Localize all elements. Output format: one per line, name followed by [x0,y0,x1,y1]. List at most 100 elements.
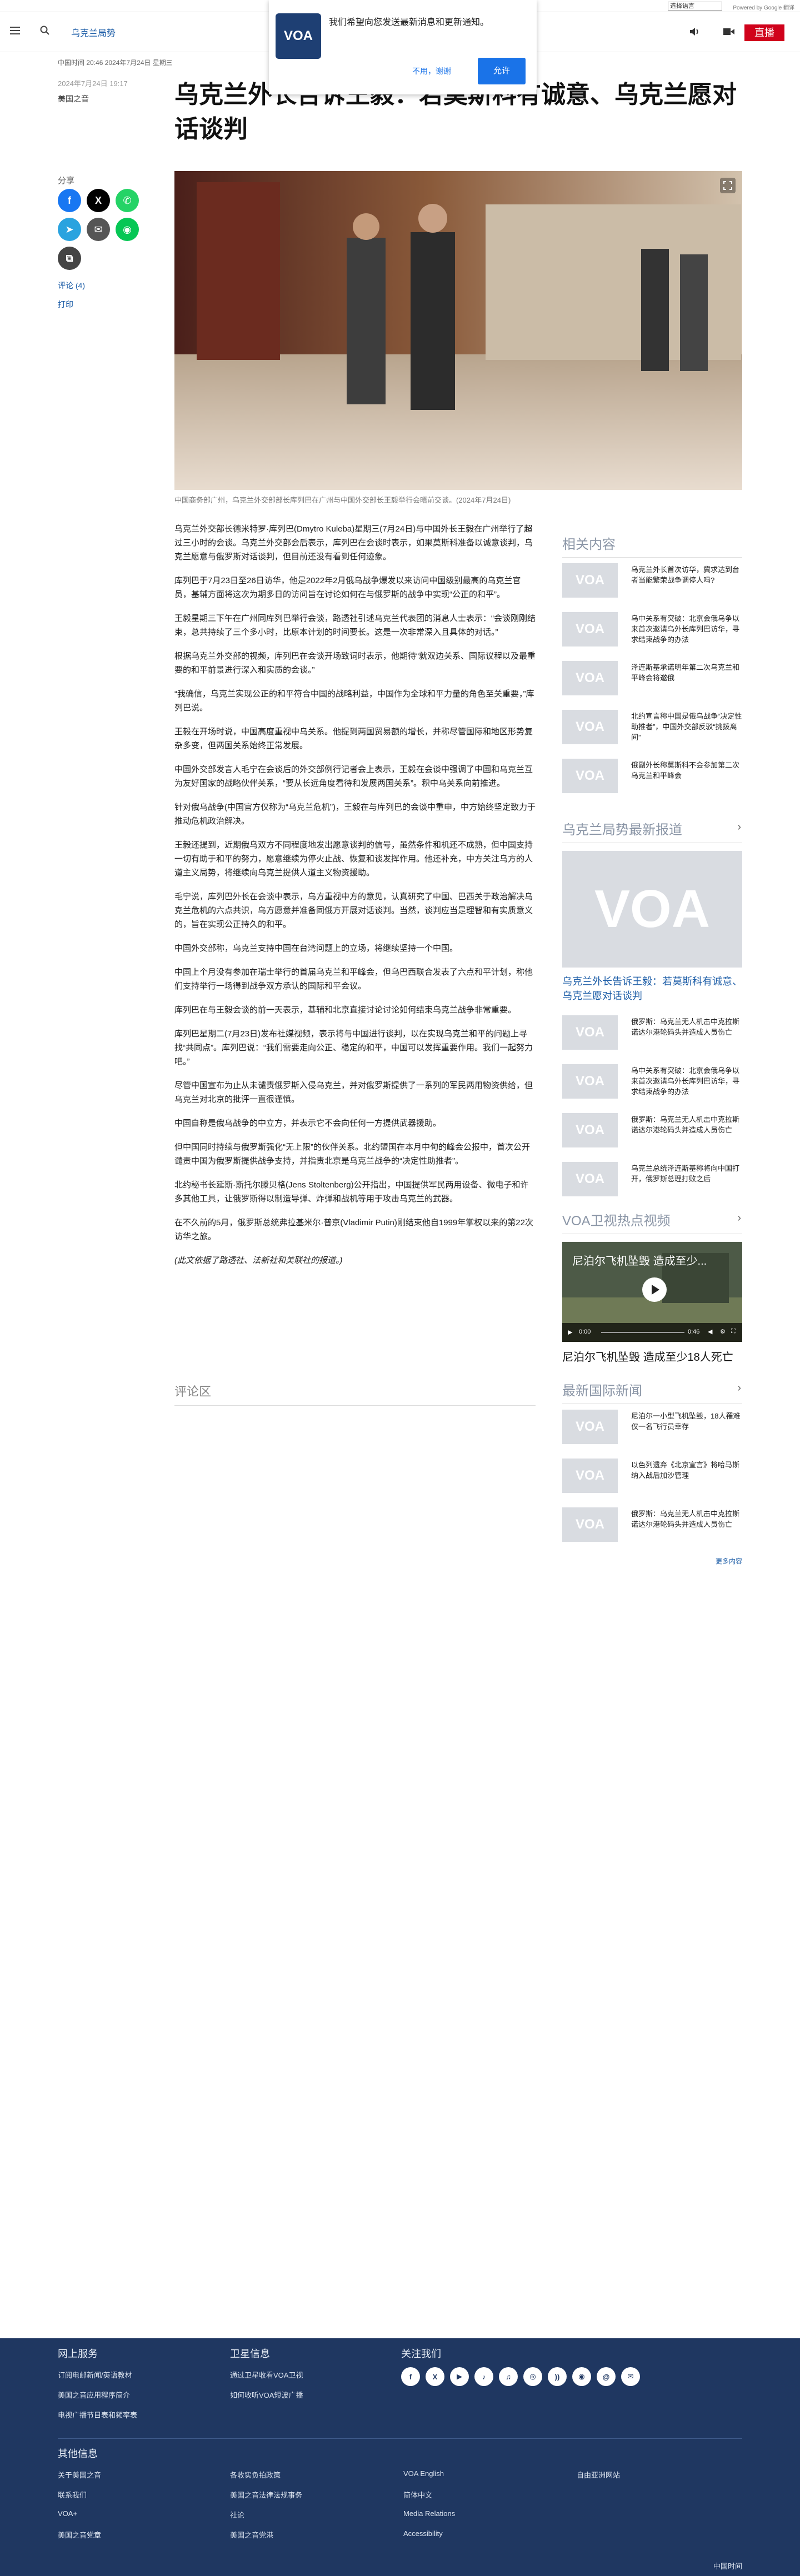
latest-item[interactable]: VOA 乌克兰总统泽连斯基称将向中国打开，俄罗斯总理打败之后 [562,1156,742,1205]
latest-item[interactable]: VOA 乌中关系有突破：北京会俄乌争以来首次邀请乌外长库列巴访华，寻求结束战争的办… [562,1059,742,1107]
play-small-icon[interactable]: ▶ [568,1329,572,1336]
intl-item-title[interactable]: 尼泊尔一小型飞机坠毁，18人罹难仅一名飞行员幸存 [631,1411,742,1432]
footer-link[interactable]: 电视广播节目表和频率表 [58,2409,137,2420]
footer-link[interactable]: 如何收听VOA短波广播 [230,2389,303,2400]
print-link[interactable]: 打印 [58,299,73,310]
podcast-icon[interactable]: )) [548,2367,567,2386]
article-paragraph: 中国外交部发言人毛宁在会谈后的外交部例行记者会上表示，王毅在会谈中强调了中国和乌… [174,765,533,788]
footer-link[interactable]: VOA English [403,2469,444,2478]
footer-link[interactable]: 简体中文 [403,2489,432,2500]
thumbnail: VOA [562,1064,618,1099]
music-icon[interactable]: ♫ [499,2367,518,2386]
video-player[interactable]: 尼泊尔飞机坠毁 造成至少... ▶ 0:00 0:46 ◀ ⚙ ⛶ [562,1242,742,1342]
intl-title[interactable]: 最新国际新闻 › [562,1380,742,1404]
footer-link[interactable]: 美国之音党章 [58,2529,101,2540]
byline: 美国之音 [58,94,89,103]
intl-item-title[interactable]: 俄罗斯：乌克兰无人机击中克拉斯诺达尔港轮码头并造成人员伤亡 [631,1508,742,1530]
email-icon[interactable]: ✉ [87,218,110,241]
related-item[interactable]: VOA 泽连斯基承诺明年第二次乌克兰和平峰会将邀俄 [562,655,742,704]
x-icon[interactable]: X [426,2367,444,2386]
language-select[interactable]: 选择语言 [668,2,722,11]
footer-link[interactable]: 订阅电邮新闻/英语教材 [58,2369,132,2380]
video-caption[interactable]: 尼泊尔飞机坠毁 造成至少18人死亡 [562,1350,742,1365]
related-item-title[interactable]: 北约宣言称中国是俄乌战争“决定性助推者”，中国外交部反驳“挑拨离间” [631,711,742,743]
intl-item[interactable]: VOA 尼泊尔一小型飞机坠毁，18人罹难仅一名飞行员幸存 [562,1404,742,1453]
intl-title-text: 最新国际新闻 [562,1384,642,1399]
line-icon[interactable]: ◉ [116,218,139,241]
video-icon[interactable] [723,28,734,36]
menu-icon[interactable] [10,27,20,34]
search-icon[interactable] [40,26,50,36]
decline-button[interactable]: 不用，谢谢 [412,66,451,77]
chevron-right-icon: › [737,1212,741,1224]
footer-link[interactable]: 联系我们 [58,2489,87,2500]
article-paragraph: 北约秘书长延斯·斯托尔滕贝格(Jens Stoltenberg)公开指出，中国提… [174,1180,529,1204]
facebook-icon[interactable]: f [401,2367,420,2386]
latest-item[interactable]: VOA 俄罗斯：乌克兰无人机击中克拉斯诺达尔港轮码头并造成人员伤亡 [562,1107,742,1156]
copy-link-icon[interactable]: ⧉ [58,247,81,270]
audio-icon[interactable] [689,27,700,37]
footer-link[interactable]: 关于美国之音 [58,2469,101,2480]
video-progress[interactable] [601,1332,684,1333]
latest-item-title[interactable]: 乌中关系有突破：北京会俄乌争以来首次邀请乌外长库列巴访华，寻求结束战争的办法 [631,1065,742,1097]
related-item[interactable]: VOA 北约宣言称中国是俄乌战争“决定性助推者”，中国外交部反驳“挑拨离间” [562,704,742,753]
settings-icon[interactable]: ⚙ [720,1328,726,1335]
article-paragraph: 在不久前的5月，俄罗斯总统弗拉基米尔·普京(Vladimir Putin)刚结束… [174,1218,533,1241]
intl-item[interactable]: VOA 以色列遗弃《北京宣言》将哈马斯纳入战后加沙管理 [562,1453,742,1502]
latest-big-title[interactable]: 乌克兰外长告诉王毅：若莫斯科有诚意、乌克兰愿对话谈判 [562,974,742,1003]
volume-icon[interactable]: ◀ [708,1328,712,1335]
hero-image [174,171,742,490]
article-body: 乌克兰外交部长德米特罗·库列巴(Dmytro Kuleba)星期三(7月24日)… [174,522,536,1277]
footer-link[interactable]: 美国之音党港 [230,2529,273,2540]
footer-link[interactable]: 美国之音应用程序简介 [58,2389,130,2400]
latest-item-title[interactable]: 俄罗斯：乌克兰无人机击中克拉斯诺达尔港轮码头并造成人员伤亡 [631,1016,742,1038]
telegram-icon[interactable]: ➤ [58,218,81,241]
footer-link[interactable]: 社论 [230,2509,244,2520]
footer-link[interactable]: Accessibility [403,2529,443,2538]
comment-link[interactable]: 评论 (4) [58,280,85,291]
x-icon[interactable]: X [87,189,110,212]
video-title[interactable]: VOA卫视热点视频 › [562,1210,742,1234]
related-item[interactable]: VOA 俄副外长称莫斯科不会参加第二次乌克兰和平峰会 [562,753,742,802]
latest-item-title[interactable]: 乌克兰总统泽连斯基称将向中国打开，俄罗斯总理打败之后 [631,1163,742,1184]
threads-icon[interactable]: @ [597,2367,616,2386]
latest-big-thumbnail[interactable]: VOA [562,851,742,968]
footer-col-title: 网上服务 [58,2348,98,2359]
article-paragraph: 针对俄乌战争(中国官方仅称为“乌克兰危机”)，王毅在与库列巴的会谈中重申，中方始… [174,803,536,826]
rss-icon[interactable]: ◉ [572,2367,591,2386]
youtube-icon[interactable]: ▶ [450,2367,469,2386]
footer-link[interactable]: Media Relations [403,2509,455,2518]
footer-link[interactable]: VOA+ [58,2509,77,2518]
related-item[interactable]: VOA 乌克兰外长首次访华，冀求达到台者当能繁荣战争调停人吗? [562,558,742,607]
allow-button[interactable]: 允许 [478,58,526,84]
related-item-title[interactable]: 泽连斯基承诺明年第二次乌克兰和平峰会将邀俄 [631,662,742,683]
footer-col-title: 关注我们 [401,2348,441,2359]
related-item-title[interactable]: 乌克兰外长首次访华，冀求达到台者当能繁荣战争调停人吗? [631,564,742,585]
related-item[interactable]: VOA 乌中关系有突破：北京会俄乌争以来首次邀请乌外长库列巴访华，寻求结束战争的办… [562,607,742,655]
latest-title[interactable]: 乌克兰局势最新报道 › [562,819,742,843]
site-footer: 网上服务 订阅电邮新闻/英语教材 美国之音应用程序简介 电视广播节目表和频率表 … [0,2338,800,2576]
more-link[interactable]: 更多内容 [562,1556,742,1566]
instagram-icon[interactable]: ◎ [523,2367,542,2386]
comments-heading: 评论区 [174,1382,536,1406]
facebook-icon[interactable]: f [58,189,81,212]
video-section: VOA卫视热点视频 › 尼泊尔飞机坠毁 造成至少... ▶ 0:00 0:46 ◀… [562,1210,742,1365]
footer-link[interactable]: 自由亚洲网站 [577,2469,620,2480]
related-item-title[interactable]: 乌中关系有突破：北京会俄乌争以来首次邀请乌外长库列巴访华，寻求结束战争的办法 [631,613,742,645]
fullscreen-icon[interactable]: ⛶ [731,1328,736,1335]
footer-link[interactable]: 美国之音法律法规事务 [230,2489,302,2500]
footer-link[interactable]: 通过卫星收看VOA卫视 [230,2369,303,2380]
footer-link[interactable]: 各收实负拍政策 [230,2469,281,2480]
latest-item[interactable]: VOA 俄罗斯：乌克兰无人机击中克拉斯诺达尔港轮码头并造成人员伤亡 [562,1010,742,1059]
newsletter-icon[interactable]: ✉ [621,2367,640,2386]
intl-item[interactable]: VOA 俄罗斯：乌克兰无人机击中克拉斯诺达尔港轮码头并造成人员伤亡 [562,1502,742,1551]
whatsapp-icon[interactable]: ✆ [116,189,139,212]
play-icon[interactable] [642,1277,667,1302]
latest-item-title[interactable]: 俄罗斯：乌克兰无人机击中克拉斯诺达尔港轮码头并造成人员伤亡 [631,1114,742,1135]
intl-item-title[interactable]: 以色列遗弃《北京宣言》将哈马斯纳入战后加沙管理 [631,1460,742,1481]
related-item-title[interactable]: 俄副外长称莫斯科不会参加第二次乌克兰和平峰会 [631,760,742,781]
tiktok-icon[interactable]: ♪ [474,2367,493,2386]
live-button[interactable]: 直播 [744,24,784,41]
section-link[interactable]: 乌克兰局势 [71,26,116,39]
expand-icon[interactable] [720,178,736,193]
